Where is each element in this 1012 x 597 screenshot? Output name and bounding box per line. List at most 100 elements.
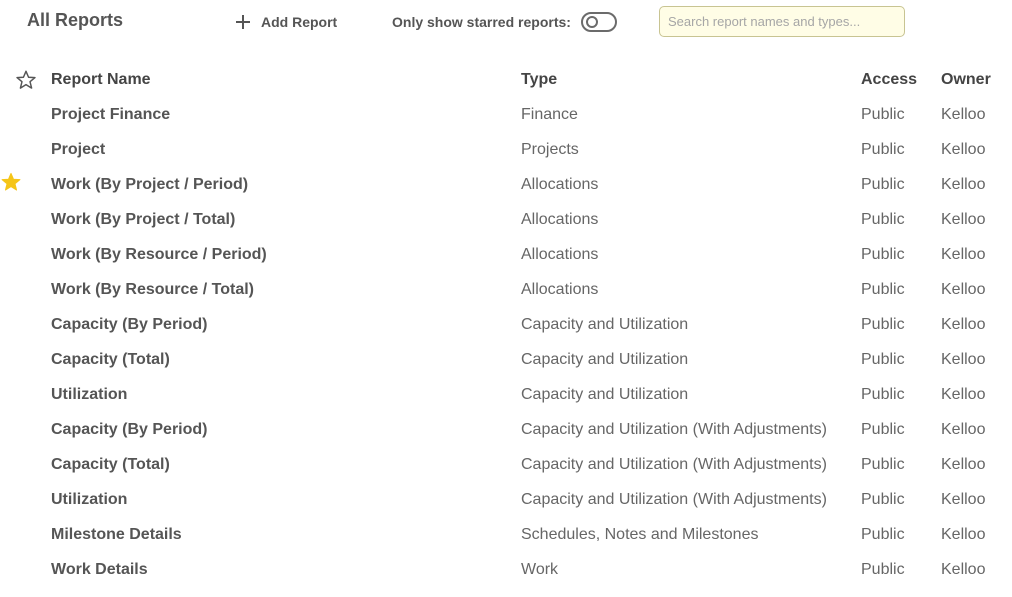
star-empty-slot[interactable] (0, 451, 22, 473)
report-access: Public (861, 455, 905, 473)
report-type: Allocations (521, 210, 599, 228)
star-empty-slot[interactable] (0, 556, 22, 578)
report-name[interactable]: Work (By Project / Period) (51, 167, 521, 202)
report-owner: Kelloo (941, 525, 986, 543)
report-access: Public (861, 210, 905, 228)
star-toggle-cell[interactable] (0, 167, 51, 202)
table-row[interactable]: Utilization Capacity and Utilization Publi… (0, 377, 1012, 412)
page-title: All Reports (27, 10, 124, 30)
star-empty-slot[interactable] (0, 101, 22, 123)
report-owner: Kelloo (941, 280, 986, 298)
star-empty-slot[interactable] (0, 381, 22, 403)
report-owner: Kelloo (941, 140, 986, 158)
star-toggle-cell[interactable] (0, 307, 51, 342)
star-empty-slot[interactable] (0, 521, 22, 543)
report-access: Public (861, 175, 905, 193)
report-access: Public (861, 245, 905, 263)
report-type: Capacity and Utilization (With Adjustmen… (521, 455, 827, 473)
star-empty-slot[interactable] (0, 311, 22, 333)
column-header-report-name[interactable]: Report Name (51, 62, 521, 97)
report-type: Capacity and Utilization (With Adjustmen… (521, 420, 827, 438)
column-header-owner[interactable]: Owner (941, 62, 1012, 97)
table-row[interactable]: Capacity (Total) Capacity and Utilization… (0, 447, 1012, 482)
report-name[interactable]: Capacity (Total) (51, 342, 521, 377)
report-access: Public (861, 385, 905, 403)
star-empty-slot[interactable] (0, 346, 22, 368)
star-toggle-cell[interactable] (0, 412, 51, 447)
table-row[interactable]: Work (By Project / Total) Allocations Publ… (0, 202, 1012, 237)
star-toggle-cell[interactable] (0, 482, 51, 517)
report-type: Capacity and Utilization (With Adjustmen… (521, 490, 827, 508)
star-toggle-cell[interactable] (0, 517, 51, 552)
report-owner: Kelloo (941, 210, 986, 228)
table-row[interactable]: Work (By Resource / Period) Allocations Pu… (0, 237, 1012, 272)
report-type: Allocations (521, 280, 599, 298)
table-row[interactable]: Work Details Work Public Kelloo (0, 552, 1012, 587)
report-owner: Kelloo (941, 455, 986, 473)
report-name[interactable]: Project (51, 132, 521, 167)
star-empty-slot[interactable] (0, 206, 22, 228)
report-rows: Project Finance Finance Public Kelloo Projec… (0, 97, 1012, 587)
report-type: Allocations (521, 175, 599, 193)
report-name[interactable]: Work (By Project / Total) (51, 202, 521, 237)
star-toggle-cell[interactable] (0, 237, 51, 272)
report-type: Capacity and Utilization (521, 385, 689, 403)
table-row[interactable]: Milestone Details Schedules, Notes and Mi… (0, 517, 1012, 552)
star-filled-icon[interactable] (0, 171, 22, 193)
table-header-row: Report Name Type Access Owner (0, 62, 1012, 97)
report-name[interactable]: Work (By Resource / Total) (51, 272, 521, 307)
report-access: Public (861, 140, 905, 158)
star-toggle-cell[interactable] (0, 552, 51, 587)
report-owner: Kelloo (941, 175, 986, 193)
report-owner: Kelloo (941, 315, 986, 333)
table-row[interactable]: Capacity (Total) Capacity and Utilization… (0, 342, 1012, 377)
column-header-type[interactable]: Type (521, 62, 861, 97)
report-access: Public (861, 315, 905, 333)
starred-filter-toggle[interactable] (580, 12, 617, 32)
report-name[interactable]: Capacity (By Period) (51, 307, 521, 342)
report-owner: Kelloo (941, 385, 986, 403)
report-access: Public (861, 490, 905, 508)
report-name[interactable]: Capacity (Total) (51, 447, 521, 482)
column-header-access[interactable]: Access (861, 62, 941, 97)
star-column-header[interactable] (0, 62, 51, 97)
report-name[interactable]: Work (By Resource / Period) (51, 237, 521, 272)
report-name[interactable]: Utilization (51, 482, 521, 517)
report-type: Capacity and Utilization (521, 315, 689, 333)
report-name[interactable]: Milestone Details (51, 517, 521, 552)
report-access: Public (861, 280, 905, 298)
star-empty-slot[interactable] (0, 416, 22, 438)
plus-icon (236, 15, 250, 29)
report-name[interactable]: Capacity (By Period) (51, 412, 521, 447)
star-toggle-cell[interactable] (0, 202, 51, 237)
report-name[interactable]: Project Finance (51, 97, 521, 132)
table-row[interactable]: Capacity (By Period) Capacity and Utiliza… (0, 412, 1012, 447)
report-name[interactable]: Work Details (51, 552, 521, 587)
star-toggle-cell[interactable] (0, 132, 51, 167)
report-access: Public (861, 560, 905, 578)
add-report-button[interactable]: Add Report (234, 10, 337, 34)
report-owner: Kelloo (941, 105, 986, 123)
table-row[interactable]: Work (By Project / Period) Allocations Pub… (0, 167, 1012, 202)
star-toggle-cell[interactable] (0, 342, 51, 377)
table-row[interactable]: Work (By Resource / Total) Allocations Pub… (0, 272, 1012, 307)
table-row[interactable]: Project Finance Finance Public Kelloo (0, 97, 1012, 132)
star-empty-slot[interactable] (0, 276, 22, 298)
star-empty-slot[interactable] (0, 241, 22, 263)
table-row[interactable]: Utilization Capacity and Utilization (Wit… (0, 482, 1012, 517)
star-toggle-cell[interactable] (0, 377, 51, 412)
starred-filter: Only show starred reports: (392, 12, 617, 32)
report-type: Projects (521, 140, 579, 158)
reports-toolbar: All Reports Add Report Only show starred… (0, 0, 1012, 44)
star-toggle-cell[interactable] (0, 97, 51, 132)
star-toggle-cell[interactable] (0, 447, 51, 482)
star-empty-slot[interactable] (0, 486, 22, 508)
star-empty-slot[interactable] (0, 136, 22, 158)
table-row[interactable]: Capacity (By Period) Capacity and Utiliza… (0, 307, 1012, 342)
star-toggle-cell[interactable] (0, 272, 51, 307)
search-input[interactable] (659, 6, 905, 37)
table-row[interactable]: Project Projects Public Kelloo (0, 132, 1012, 167)
report-type: Capacity and Utilization (521, 350, 689, 368)
report-owner: Kelloo (941, 490, 986, 508)
report-name[interactable]: Utilization (51, 377, 521, 412)
